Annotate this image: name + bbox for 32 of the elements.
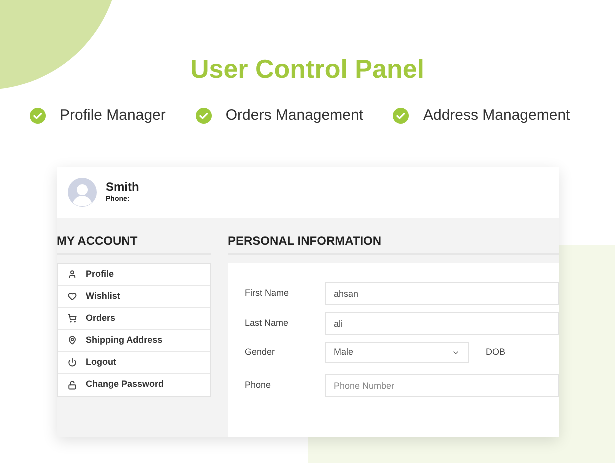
- field-label: DOB: [486, 346, 506, 359]
- check-circle-icon: [30, 108, 46, 124]
- section-heading: PERSONAL INFORMATION: [228, 232, 559, 255]
- sidebar-item[interactable]: Logout: [58, 352, 210, 374]
- field-label: Last Name: [245, 316, 290, 330]
- sidebar-item[interactable]: Profile: [58, 264, 210, 286]
- page-title: User Control Panel: [190, 53, 425, 86]
- field-label: First Name: [245, 286, 290, 300]
- check-circle-icon: [196, 108, 212, 124]
- cart-icon: [68, 314, 77, 323]
- field-label: Phone: [245, 378, 272, 392]
- phone-field[interactable]: Phone Number: [325, 374, 559, 397]
- feature-label: Orders Management: [226, 106, 364, 126]
- sidebar-item[interactable]: Orders: [58, 308, 210, 330]
- heart-icon: [68, 292, 77, 301]
- gender-select[interactable]: Male: [325, 342, 469, 363]
- check-circle-icon: [393, 108, 410, 124]
- section-heading: MY ACCOUNT: [57, 232, 211, 255]
- padlock-icon: [68, 380, 77, 390]
- map-pin-icon: [68, 336, 77, 345]
- feature-label: Profile Manager: [60, 106, 166, 126]
- power-icon: [68, 358, 77, 367]
- sidebar-item[interactable]: Shipping Address: [58, 330, 210, 352]
- field-label: Gender: [245, 346, 276, 359]
- first-name-field[interactable]: ahsan: [325, 282, 559, 305]
- avatar-icon: [68, 178, 97, 207]
- sidebar-item[interactable]: Wishlist: [58, 286, 210, 308]
- sidebar-item[interactable]: Change Password: [58, 374, 210, 396]
- user-name: Smith: [106, 180, 140, 195]
- person-icon: [68, 270, 77, 279]
- last-name-field[interactable]: ali: [325, 312, 559, 335]
- feature-label: Address Management: [423, 106, 570, 126]
